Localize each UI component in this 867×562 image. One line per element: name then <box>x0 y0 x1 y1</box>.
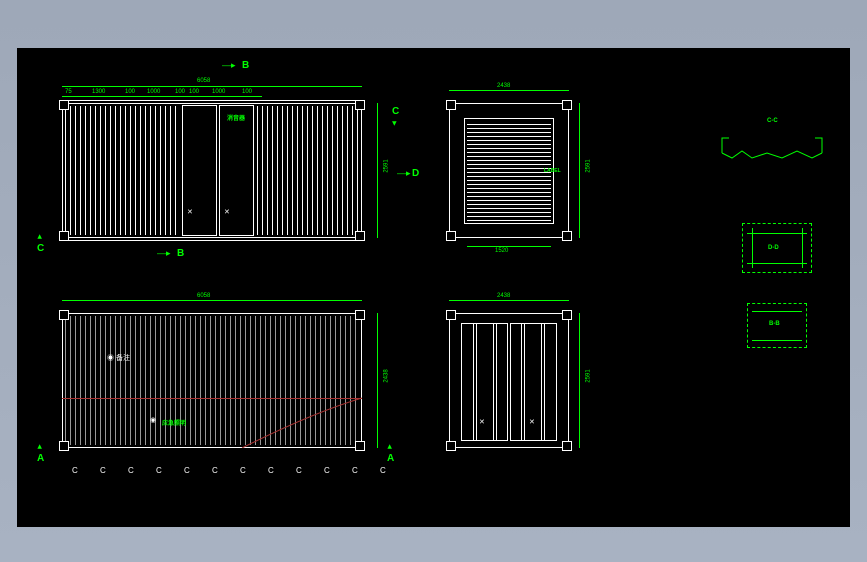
dim-length: 6058 <box>197 78 210 84</box>
muffler-label: 消音器 <box>227 113 245 122</box>
section-a-left: A <box>37 453 44 464</box>
section-a-right: A <box>387 453 394 464</box>
detail-bottom: B-B <box>747 303 807 353</box>
corner-castings: C C C C C C C C C C C C <box>72 466 396 475</box>
end-view-doors: ✕ ✕ <box>449 313 569 448</box>
section-b-top: B <box>242 60 249 71</box>
emerg-label: 应急照明 <box>162 418 186 427</box>
detail-dd-label: D-D <box>768 245 779 251</box>
note-label: ◉ 备注 <box>107 353 130 363</box>
detail-cc-label: C-C <box>767 118 778 124</box>
cad-canvas[interactable]: ✕ ✕ 消音器 6058 75 1300 100 1000 100 100 10… <box>17 48 850 527</box>
detail-top: C-C <box>717 113 827 168</box>
section-b-bot: B <box>177 248 184 259</box>
section-d: D <box>412 168 419 179</box>
detail-mid: D-D <box>742 223 812 278</box>
side-view-plain: ◉ 备注 应急照明 ◉ <box>62 313 362 448</box>
section-c-left: C <box>37 243 44 254</box>
side-view-doors: ✕ ✕ 消音器 <box>62 103 362 238</box>
curve-line <box>62 313 362 448</box>
section-c-right: C <box>392 106 399 117</box>
end-view-plain: LABEL <box>449 103 569 238</box>
detail-bb-label: B-B <box>769 321 780 327</box>
